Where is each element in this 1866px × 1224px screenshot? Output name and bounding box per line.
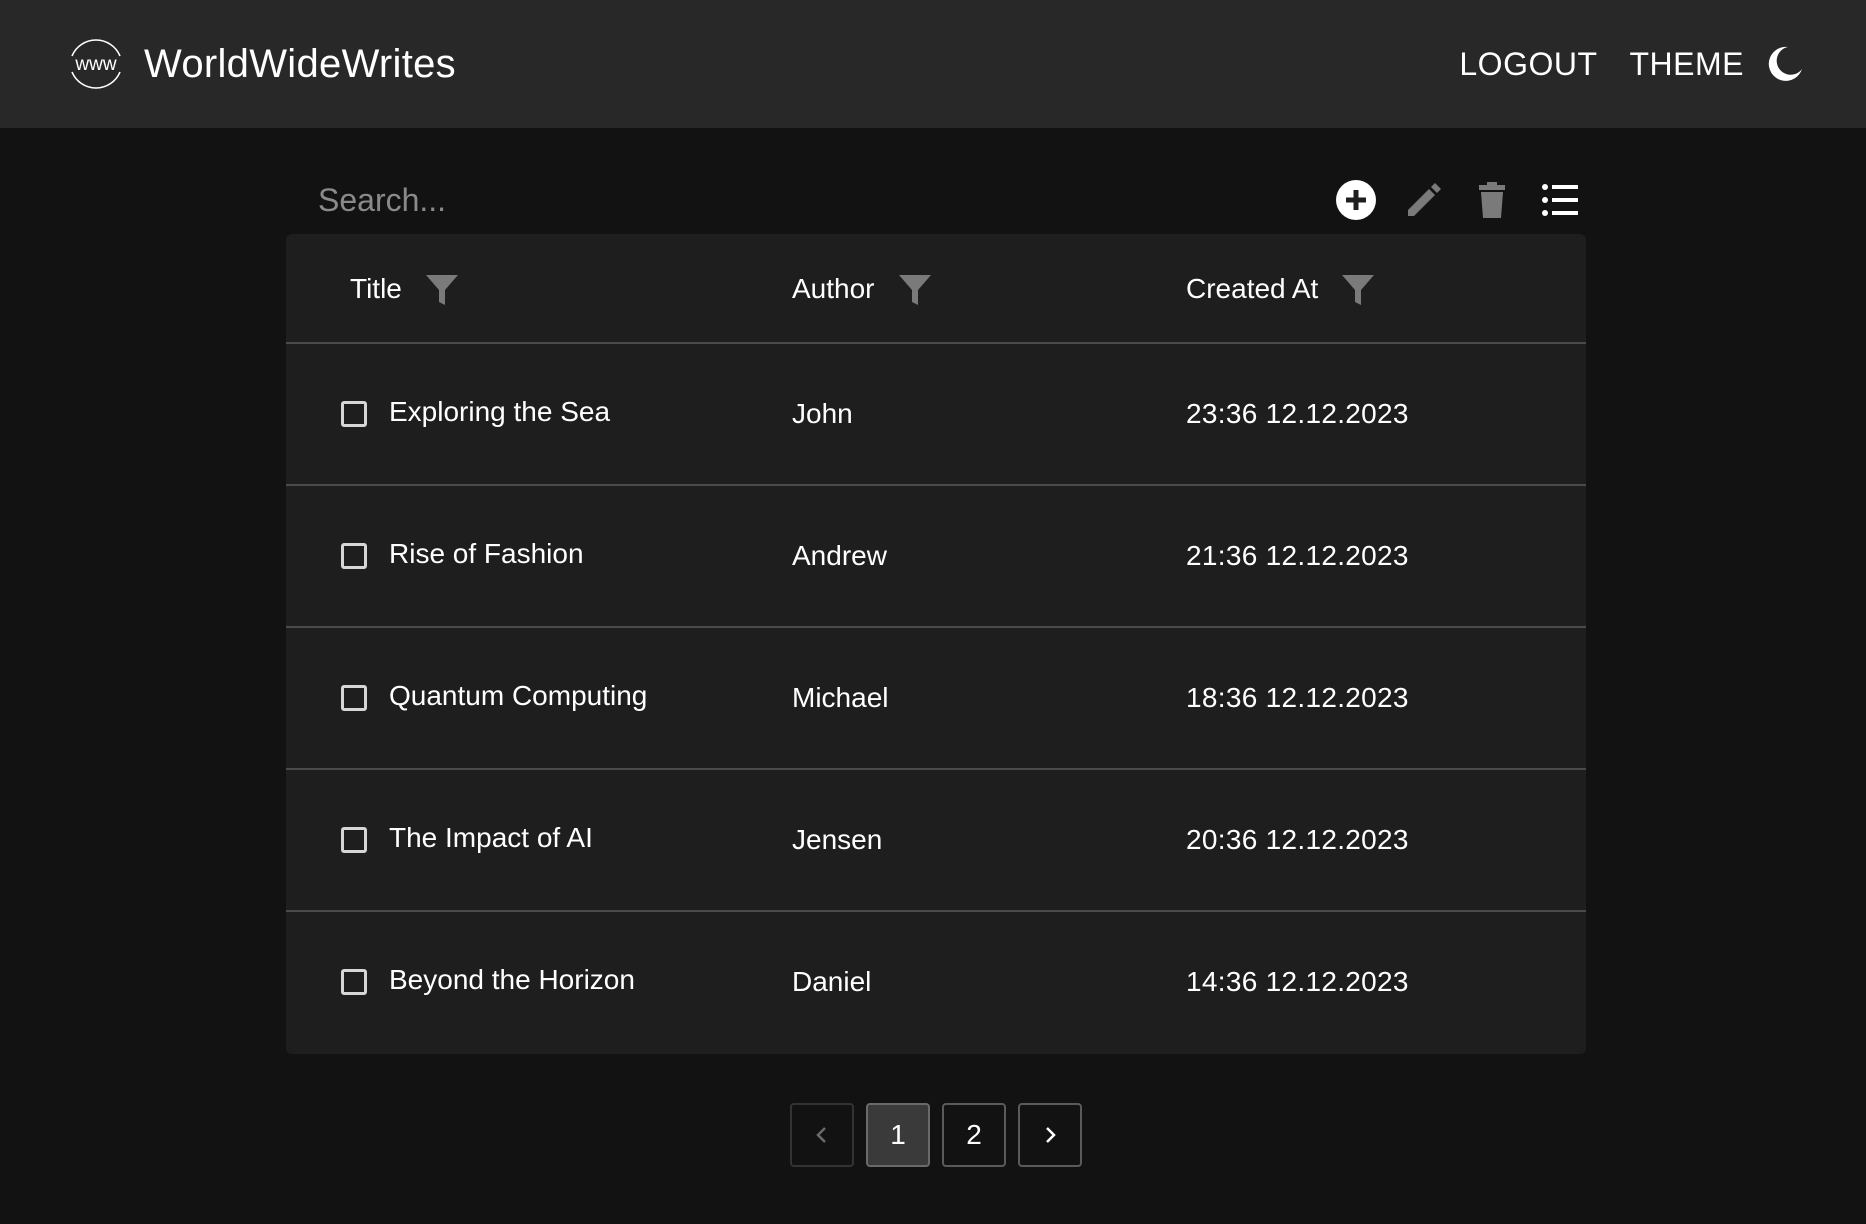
column-header-title[interactable]: Title: [350, 234, 460, 344]
app-bar: www WorldWideWrites LOGOUT THEME: [0, 0, 1866, 128]
page-button-2[interactable]: 2: [942, 1103, 1006, 1167]
search-input[interactable]: [286, 181, 818, 219]
column-created-at-label: Created At: [1186, 273, 1319, 304]
edit-button[interactable]: [1398, 174, 1450, 226]
column-title-label: Title: [350, 273, 402, 304]
row-created-at: 20:36 12.12.2023: [1186, 824, 1409, 855]
table-row[interactable]: Exploring the Sea John 23:36 12.12.2023: [286, 344, 1586, 486]
next-page-button[interactable]: [1018, 1103, 1082, 1167]
add-button[interactable]: [1330, 174, 1382, 226]
column-author-label: Author: [792, 273, 875, 304]
table-row[interactable]: The Impact of AI Jensen 20:36 12.12.2023: [286, 770, 1586, 912]
page-button-1[interactable]: 1: [866, 1103, 930, 1167]
logo-text: www: [74, 54, 116, 75]
brand-name: WorldWideWrites: [144, 41, 456, 86]
row-title: Quantum Computing: [389, 680, 648, 711]
row-author: John: [792, 398, 853, 429]
pagination: 1 2: [790, 1103, 1082, 1167]
posts-table: Title Author Created At Exploring the Se…: [286, 234, 1586, 1054]
edit-icon: [1408, 183, 1441, 216]
row-checkbox[interactable]: [341, 969, 367, 995]
previous-page-button[interactable]: [790, 1103, 854, 1167]
table-row[interactable]: Beyond the Horizon Daniel 14:36 12.12.20…: [286, 912, 1586, 1054]
table-header: Title Author Created At: [286, 234, 1586, 344]
column-header-author[interactable]: Author: [792, 234, 933, 344]
list-view-button[interactable]: [1534, 174, 1586, 226]
column-header-created-at[interactable]: Created At: [1186, 234, 1376, 344]
row-title: Rise of Fashion: [389, 538, 584, 569]
row-author: Jensen: [792, 824, 883, 855]
chevron-right-icon: [1046, 1127, 1056, 1143]
filter-icon[interactable]: [1340, 271, 1376, 307]
toolbar-actions: [1314, 174, 1586, 226]
row-checkbox[interactable]: [341, 685, 367, 711]
header-actions: LOGOUT THEME: [1459, 43, 1806, 85]
row-author: Andrew: [792, 540, 887, 571]
logout-button[interactable]: LOGOUT: [1459, 46, 1597, 83]
row-author: Michael: [792, 682, 889, 713]
row-created-at: 23:36 12.12.2023: [1186, 398, 1409, 429]
delete-button[interactable]: [1466, 174, 1518, 226]
moon-icon[interactable]: [1764, 43, 1806, 85]
row-checkbox[interactable]: [341, 543, 367, 569]
globe-logo-icon: www: [71, 39, 121, 89]
row-title: The Impact of AI: [389, 822, 593, 853]
row-checkbox[interactable]: [341, 827, 367, 853]
row-created-at: 18:36 12.12.2023: [1186, 682, 1409, 713]
chevron-left-icon: [816, 1127, 826, 1143]
row-created-at: 14:36 12.12.2023: [1186, 966, 1409, 997]
table-row[interactable]: Quantum Computing Michael 18:36 12.12.20…: [286, 628, 1586, 770]
row-title: Exploring the Sea: [389, 396, 611, 427]
row-created-at: 21:36 12.12.2023: [1186, 540, 1409, 571]
filter-icon[interactable]: [424, 271, 460, 307]
toolbar: [286, 165, 1586, 235]
row-checkbox[interactable]: [341, 401, 367, 427]
theme-button[interactable]: THEME: [1630, 46, 1745, 83]
row-title: Beyond the Horizon: [389, 964, 635, 995]
delete-icon: [1479, 182, 1505, 218]
add-icon: [1336, 180, 1376, 220]
list-view-icon: [1542, 184, 1578, 216]
filter-icon[interactable]: [897, 271, 933, 307]
logo[interactable]: www WorldWideWrites: [64, 32, 456, 96]
row-author: Daniel: [792, 966, 872, 997]
table-row[interactable]: Rise of Fashion Andrew 21:36 12.12.2023: [286, 486, 1586, 628]
